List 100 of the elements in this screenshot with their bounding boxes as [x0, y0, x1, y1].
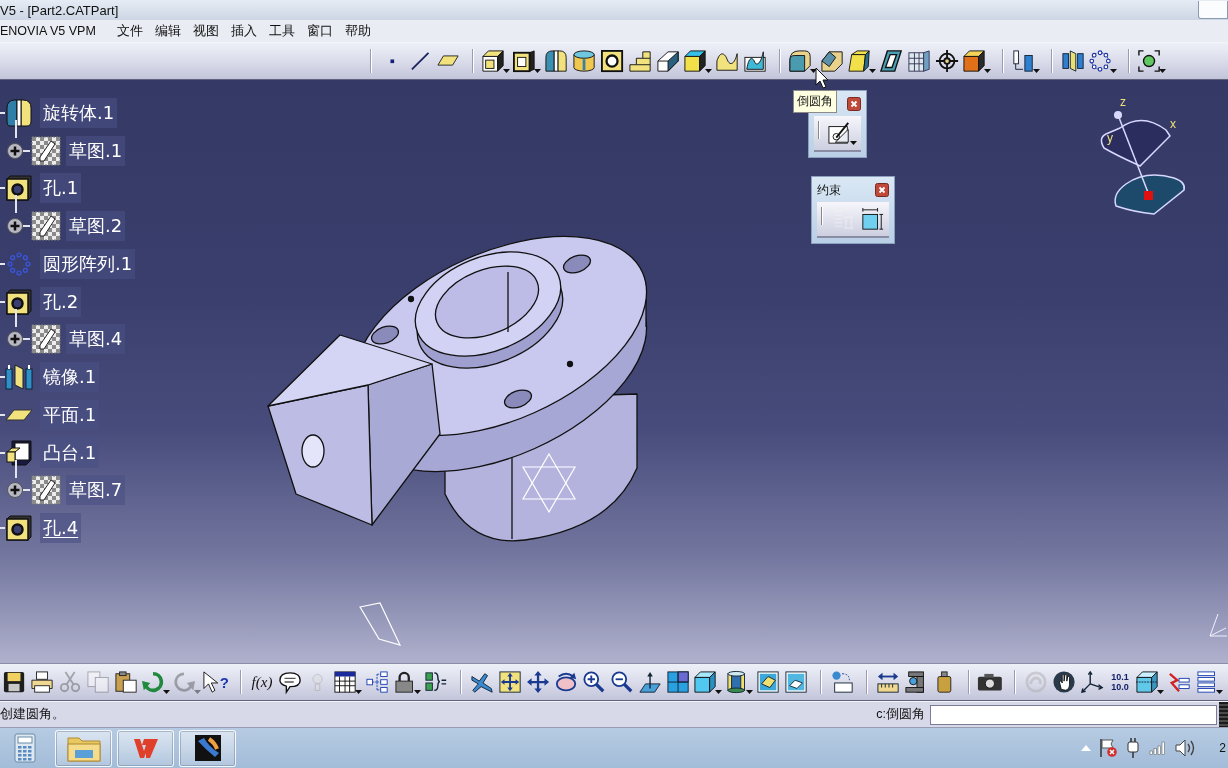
- box-icon: [481, 49, 505, 73]
- columns-icon: [1011, 49, 1035, 73]
- wave-sheet-icon: [743, 49, 767, 73]
- menu-item[interactable]: ENOVIA V5 VPM: [0, 24, 102, 38]
- close-icon: [875, 183, 889, 197]
- tree-node[interactable]: 草图.4: [66, 324, 126, 355]
- tooltip: 倒圆角: [793, 90, 837, 113]
- caret-icon: [869, 69, 876, 73]
- loop-arrow-icon: [554, 670, 578, 694]
- caret-icon: [746, 690, 753, 694]
- list-icon: [1196, 670, 1216, 694]
- menu-item[interactable]: 窗口: [300, 22, 339, 40]
- mirrored-columns-icon: [1061, 49, 1085, 73]
- tree-node[interactable]: 孔.2: [40, 286, 82, 317]
- grid-block-icon: [907, 49, 931, 73]
- plug-icon: [1125, 737, 1142, 759]
- signal-bars-icon: [1149, 741, 1168, 755]
- window-title: V5 - [Part2.CATPart]: [0, 2, 119, 18]
- tray-button[interactable]: [1099, 738, 1118, 758]
- status-message: 创建圆角。: [0, 706, 65, 723]
- close-button[interactable]: [875, 183, 889, 197]
- caret-icon: [414, 690, 421, 694]
- bulb-icon: [312, 672, 324, 692]
- caret-icon: [503, 69, 510, 73]
- tree-node[interactable]: 平面.1: [40, 399, 100, 430]
- cube-icon: [693, 670, 717, 694]
- up-triangle-icon: [1081, 745, 1092, 751]
- cube-icon: [683, 49, 707, 73]
- menu-item[interactable]: 工具: [262, 22, 301, 40]
- scissors-icon: [58, 670, 82, 694]
- axis-label: x: [1170, 117, 1176, 131]
- tree-node[interactable]: 孔.4: [40, 513, 82, 544]
- expander-button[interactable]: [7, 218, 23, 235]
- target-icon: [1137, 49, 1161, 73]
- streak-icon: [194, 735, 221, 761]
- ring-square-icon: [6, 515, 32, 542]
- box-icon: [962, 49, 986, 73]
- tree-node[interactable]: 旋转体.1: [40, 97, 118, 128]
- curved-arrow-icon: [141, 670, 165, 694]
- tray-button[interactable]: [1125, 737, 1142, 759]
- parallelogram-icon: [436, 55, 460, 67]
- axes-icon: [1080, 670, 1104, 694]
- bolt-bars-icon: [1167, 670, 1191, 694]
- zoom-out-icon: [610, 670, 634, 694]
- tray-button[interactable]: [1175, 739, 1196, 757]
- brace-icon: [424, 670, 448, 694]
- pencil-square-icon: [828, 121, 852, 145]
- toolbar-button[interactable]: ?: [202, 667, 230, 697]
- clock-text: 2: [1219, 741, 1226, 755]
- menu-item[interactable]: 编辑: [148, 22, 187, 40]
- split-cylinder-icon: [544, 49, 568, 73]
- caret-icon: [705, 69, 712, 73]
- speaker-icon: [1175, 739, 1196, 757]
- menu-item[interactable]: 插入: [224, 22, 263, 40]
- taskbar-button[interactable]: [179, 729, 236, 767]
- expander-button[interactable]: [7, 142, 23, 159]
- weight-icon: [936, 670, 952, 694]
- tree-node[interactable]: 草图.1: [66, 135, 126, 166]
- plus-icon: [7, 142, 23, 159]
- menu-item[interactable]: 帮助: [338, 22, 377, 40]
- ruler-icon: [876, 670, 900, 694]
- airplane-icon: [470, 670, 494, 694]
- expander-button[interactable]: [7, 331, 23, 348]
- wedge-icon: [656, 49, 680, 73]
- framed-picture-icon: [784, 670, 808, 694]
- toolbar-button[interactable]: 10.1 10.0: [1106, 667, 1134, 697]
- close-button[interactable]: [847, 97, 861, 111]
- tree-node[interactable]: 圆形阵列.1: [40, 248, 136, 279]
- toolbar-button[interactable]: f(x): [248, 667, 276, 697]
- compass-gizmo[interactable]: [1100, 111, 1186, 215]
- flag-icon: [1099, 738, 1118, 758]
- tree-diagram-icon: [365, 670, 389, 694]
- menu-item[interactable]: 视图: [186, 22, 225, 40]
- printer-icon: [30, 670, 54, 694]
- caret-icon: [163, 690, 170, 694]
- curved-arrow-icon: [172, 670, 196, 694]
- tree-node[interactable]: 孔.1: [40, 173, 82, 204]
- toolbar-title: 约束: [817, 181, 841, 199]
- caret-icon: [1216, 690, 1223, 694]
- split-cylinder-icon: [6, 98, 32, 127]
- command-label: c:倒圆角: [876, 706, 925, 723]
- folder-icon: [66, 734, 101, 762]
- caret-icon: [1159, 69, 1166, 73]
- tree-node[interactable]: 草图.7: [66, 475, 126, 506]
- caret-icon: [355, 690, 362, 694]
- command-input[interactable]: [930, 704, 1217, 725]
- menu-item[interactable]: 文件: [110, 22, 149, 40]
- dimensioned-square-icon: [860, 207, 884, 231]
- caret-icon: [850, 141, 857, 145]
- resize-grip[interactable]: [1219, 702, 1228, 727]
- expander-button[interactable]: [7, 482, 23, 499]
- caret-icon: [810, 69, 817, 73]
- fit-arrows-icon: [498, 670, 522, 694]
- caret-icon: [534, 69, 541, 73]
- tree-node[interactable]: 草图.2: [66, 211, 126, 242]
- padlock-icon: [394, 670, 414, 694]
- sphere-box-icon: [830, 670, 854, 694]
- tree-node[interactable]: 镜像.1: [40, 362, 100, 393]
- window-control-button[interactable]: [1198, 1, 1228, 19]
- plus-icon: [7, 331, 23, 348]
